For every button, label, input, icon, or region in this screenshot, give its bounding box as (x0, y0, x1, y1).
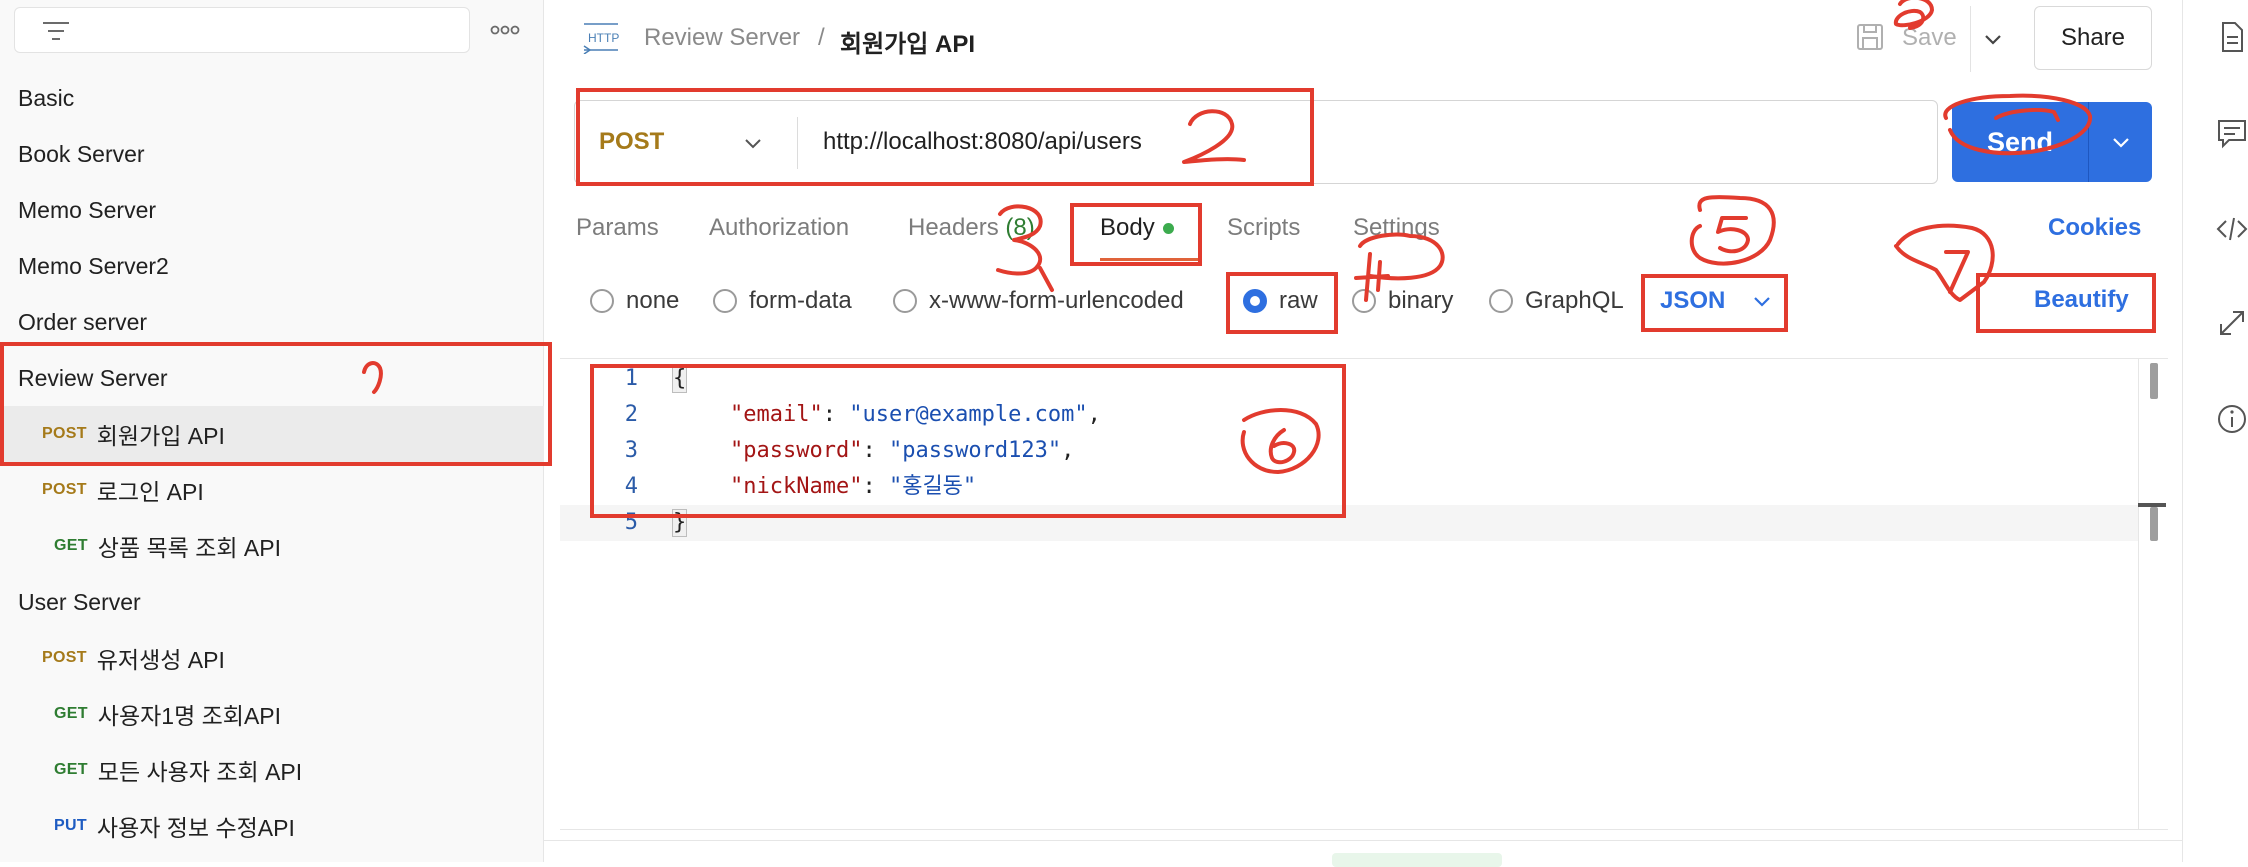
sidebar-folder-book-server[interactable]: Book Server (0, 126, 544, 182)
radio-circle (1489, 289, 1513, 313)
svg-text:HTTP: HTTP (588, 31, 619, 45)
radio-binary[interactable]: binary (1352, 286, 1453, 316)
chevron-down-icon[interactable] (1978, 24, 2008, 54)
sidebar-request-get-user[interactable]: GET 사용자1명 조회API (0, 686, 544, 742)
annotation-box-6 (590, 364, 1346, 518)
filter-box[interactable] (14, 7, 470, 53)
method-badge: POST (42, 481, 87, 498)
sidebar-request-get-all-users[interactable]: GET 모든 사용자 조회 API (0, 742, 544, 798)
radio-form-data[interactable]: form-data (713, 286, 852, 316)
radio-label: binary (1388, 287, 1454, 314)
annotation-box-4 (1226, 272, 1338, 334)
bottom-bar (544, 840, 2182, 867)
folder-label: Memo Server2 (18, 252, 169, 279)
radio-label: none (626, 287, 680, 314)
radio-label: form-data (749, 287, 852, 314)
radio-circle (590, 289, 614, 313)
annotation-box-5 (1641, 274, 1788, 332)
sidebar-folder-user-server[interactable]: User Server (0, 574, 544, 630)
radio-circle (893, 289, 917, 313)
request-label: 사용자1명 조회API (97, 703, 282, 729)
radio-circle (713, 289, 737, 313)
sidebar-folder-memo-server2[interactable]: Memo Server2 (0, 238, 544, 294)
method-badge: GET (54, 761, 88, 778)
info-icon[interactable] (2215, 402, 2248, 436)
scrollbar-thumb[interactable] (2150, 363, 2158, 399)
breadcrumb-separator: / (818, 24, 825, 51)
request-label: 로그인 API (96, 479, 204, 505)
sidebar-request-create-user[interactable]: POST 유저생성 API (0, 630, 544, 686)
folder-label: Order server (18, 308, 148, 335)
folder-label: User Server (18, 588, 141, 615)
annotation-box-1 (0, 342, 552, 466)
radio-label: x-www-form-urlencoded (929, 287, 1184, 314)
radio-urlencoded[interactable]: x-www-form-urlencoded (893, 286, 1184, 316)
save-icon[interactable] (1856, 22, 1884, 52)
send-button[interactable]: Send (1952, 102, 2088, 182)
sidebar-folder-memo-server[interactable]: Memo Server (0, 182, 544, 238)
share-button[interactable]: Share (2034, 6, 2152, 70)
annotation-box-2 (576, 88, 1314, 186)
editor-gutter-line (2138, 359, 2139, 829)
method-badge: PUT (54, 817, 87, 834)
status-pill (1332, 853, 1502, 867)
radio-graphql[interactable]: GraphQL (1489, 286, 1624, 316)
tab-scripts[interactable]: Scripts (1227, 214, 1300, 242)
annotation-box-7 (1976, 273, 2156, 333)
tab-settings[interactable]: Settings (1353, 214, 1440, 242)
send-group: Send (1952, 102, 2152, 182)
comment-icon[interactable] (2215, 116, 2248, 150)
request-label: 사용자 정보 수정API (96, 815, 295, 841)
breadcrumb-parent[interactable]: Review Server (644, 24, 800, 52)
filter-icon[interactable] (41, 20, 71, 42)
headers-count: (8) (1005, 214, 1035, 241)
method-badge: GET (54, 705, 88, 722)
folder-label: Memo Server (18, 196, 157, 223)
method-badge: GET (54, 537, 88, 554)
http-icon: HTTP (583, 23, 619, 54)
request-label: 모든 사용자 조회 API (97, 759, 303, 785)
request-label: 상품 목록 조회 API (97, 535, 281, 561)
send-options-button[interactable] (2089, 102, 2152, 182)
right-rail (2182, 0, 2248, 862)
sidebar-request-update-user[interactable]: PUT 사용자 정보 수정API (0, 798, 544, 854)
request-label: 유저생성 API (96, 647, 225, 673)
tab-headers-label: Headers (908, 214, 999, 241)
document-icon[interactable] (2215, 20, 2248, 54)
divider (1970, 6, 1971, 72)
tab-params[interactable]: Params (576, 214, 659, 242)
scrollbar-marker (2150, 507, 2158, 541)
breadcrumb-current[interactable]: 회원가입 API (840, 24, 975, 59)
tab-authorization[interactable]: Authorization (709, 214, 849, 242)
radio-circle (1352, 289, 1376, 313)
folder-label: Book Server (18, 140, 145, 167)
sidebar-request-login[interactable]: POST 로그인 API (0, 462, 544, 518)
code-icon[interactable] (2215, 212, 2248, 246)
folder-label: Basic (18, 84, 75, 111)
radio-none[interactable]: none (590, 286, 679, 316)
save-button[interactable]: Save (1902, 24, 1957, 52)
annotation-box-3 (1070, 203, 1202, 266)
cookies-link[interactable]: Cookies (2048, 214, 2141, 242)
sidebar-folder-basic[interactable]: Basic (0, 70, 544, 126)
sidebar-request-product-list[interactable]: GET 상품 목록 조회 API (0, 518, 544, 574)
more-options-icon[interactable] (488, 16, 522, 44)
method-badge: POST (42, 649, 87, 666)
chevron-down-icon (2112, 138, 2129, 148)
related-icon[interactable] (2215, 306, 2248, 340)
radio-label: GraphQL (1525, 287, 1624, 314)
tab-headers[interactable]: Headers (8) (908, 214, 1035, 242)
